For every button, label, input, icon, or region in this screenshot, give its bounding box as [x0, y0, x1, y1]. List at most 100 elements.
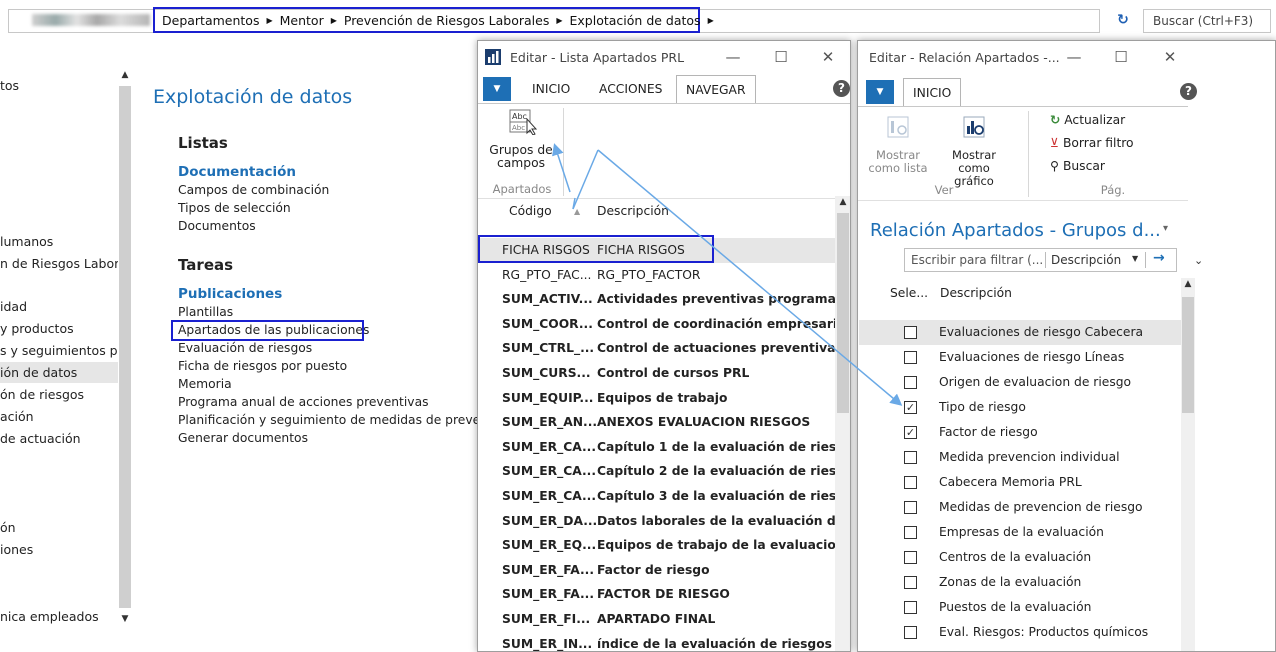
scrollbar-thumb[interactable] — [837, 213, 849, 413]
selection-row[interactable]: ✓ Tipo de riesgo — [859, 395, 1181, 420]
menu-dropdown-icon[interactable]: ▼ — [866, 80, 894, 104]
nav-item[interactable]: idad — [0, 296, 118, 317]
scrollbar-thumb[interactable] — [119, 86, 131, 608]
selection-row[interactable]: Origen de evaluacion de riesgo — [859, 370, 1181, 395]
column-header-codigo[interactable]: Código — [509, 204, 552, 218]
list-row[interactable]: SUM_ER_AN... ANEXOS EVALUACION RIESGOS — [479, 410, 835, 435]
link-item[interactable]: Planificación y seguimiento de medidas d… — [178, 413, 498, 427]
link-item[interactable]: Generar documentos — [178, 431, 308, 445]
nav-item[interactable]: ación — [0, 406, 118, 427]
selection-row[interactable]: Centros de la evaluación — [859, 545, 1181, 570]
list-row[interactable]: SUM_COOR... Control de coordinación empre… — [479, 312, 835, 337]
clear-filter-button[interactable]: ⊻ Borrar filtro — [1050, 136, 1134, 150]
tab-inicio[interactable]: INICIO — [903, 78, 962, 107]
field-groups-button[interactable]: Grupos de campos — [482, 144, 560, 170]
tab-navegar[interactable]: NAVEGAR — [676, 75, 756, 104]
breadcrumb-item[interactable]: Mentor — [280, 13, 324, 28]
list-row[interactable]: SUM_ER_FA... Factor de riesgo — [479, 558, 835, 583]
list-row[interactable]: SUM_ER_FA... FACTOR DE RIESGO — [479, 582, 835, 607]
checkbox[interactable] — [904, 326, 917, 339]
checkbox[interactable] — [904, 351, 917, 364]
help-icon[interactable]: ? — [1180, 83, 1197, 100]
selection-row[interactable]: Evaluaciones de riesgo Cabecera — [859, 320, 1181, 345]
title-bar[interactable]: Editar - Relación Apartados -... — ☐ ✕ — [858, 41, 1275, 74]
scroll-up-icon[interactable]: ▲ — [1181, 279, 1195, 289]
list-row[interactable]: RG_PTO_FAC... RG_PTO_FACTOR — [479, 263, 835, 288]
selection-row[interactable]: Evaluaciones de riesgo Líneas — [859, 345, 1181, 370]
nav-item[interactable]: s y seguimientos pe — [0, 340, 118, 361]
nav-item[interactable]: de actuación — [0, 428, 118, 449]
link-item[interactable]: Documentos — [178, 219, 256, 233]
selection-row[interactable]: Empresas de la evaluación — [859, 520, 1181, 545]
show-as-list-button[interactable]: Mostrar como lista — [868, 149, 928, 175]
menu-dropdown-icon[interactable]: ▼ — [483, 77, 511, 101]
nav-item[interactable]: ón de riesgos — [0, 384, 118, 405]
link-item[interactable]: Programa anual de acciones preventivas — [178, 395, 429, 409]
help-icon[interactable]: ? — [833, 80, 850, 97]
list-row[interactable]: SUM_ER_IN... índice de la evaluación de r… — [479, 632, 835, 651]
list-row[interactable]: SUM_ER_FI... APARTADO FINAL — [479, 607, 835, 632]
nav-item-selected[interactable]: ión de datos — [0, 362, 118, 383]
checkbox[interactable] — [904, 576, 917, 589]
list-row[interactable]: SUM_CTRL_... Control de actuaciones preve… — [479, 336, 835, 361]
list-row[interactable]: SUM_ER_DA... Datos laborales de la evalua… — [479, 509, 835, 534]
heading-dropdown-icon[interactable]: ▾ — [1163, 223, 1168, 234]
column-header-descripcion[interactable]: Descripción — [597, 204, 669, 218]
checkbox[interactable] — [904, 476, 917, 489]
list-row[interactable]: SUM_ER_CA... Capítulo 2 de la evaluación … — [479, 459, 835, 484]
column-header-descripcion[interactable]: Descripción — [940, 286, 1012, 300]
minimize-icon[interactable]: — — [723, 47, 743, 67]
checkbox[interactable] — [904, 551, 917, 564]
link-item[interactable]: Campos de combinación — [178, 183, 329, 197]
selection-row[interactable]: Cabecera Memoria PRL — [859, 470, 1181, 495]
nav-item[interactable]: n de Riesgos Laboral — [0, 253, 118, 274]
link-item[interactable]: Memoria — [178, 377, 232, 391]
list-row[interactable]: SUM_CURS... Control de cursos PRL — [479, 361, 835, 386]
collapse-chevron-icon[interactable]: ⌄ — [1194, 254, 1203, 267]
nav-item[interactable]: nica empleados — [0, 606, 118, 627]
search-input[interactable]: Buscar (Ctrl+F3) — [1143, 9, 1271, 33]
checkbox[interactable] — [904, 376, 917, 389]
find-button[interactable]: ⚲ Buscar — [1050, 159, 1105, 173]
close-icon[interactable]: ✕ — [1160, 47, 1180, 67]
scroll-down-icon[interactable]: ▼ — [118, 614, 132, 624]
maximize-icon[interactable]: ☐ — [771, 47, 791, 67]
checkbox[interactable] — [904, 451, 917, 464]
column-header-select[interactable]: Sele... — [890, 286, 928, 300]
tab-inicio[interactable]: INICIO — [523, 75, 579, 103]
checkbox[interactable] — [904, 501, 917, 514]
breadcrumb-item[interactable]: Explotación de datos — [570, 13, 701, 28]
nav-item[interactable]: lumanos — [0, 231, 118, 252]
checkbox-checked[interactable]: ✓ — [904, 401, 917, 414]
scroll-up-icon[interactable]: ▲ — [118, 70, 132, 80]
link-item[interactable]: Evaluación de riesgos — [178, 341, 312, 355]
chevron-right-icon[interactable]: ▶ — [708, 16, 714, 25]
selection-row[interactable]: ✓ Factor de riesgo — [859, 420, 1181, 445]
checkbox[interactable] — [904, 626, 917, 639]
breadcrumb-item[interactable]: Prevención de Riesgos Laborales — [344, 13, 549, 28]
list-row[interactable]: SUM_ER_EQ... Equipos de trabajo de la eva… — [479, 533, 835, 558]
nav-item[interactable]: tos — [0, 75, 118, 96]
filter-input[interactable]: Escribir para filtrar (... — [911, 253, 1043, 267]
checkbox[interactable] — [904, 526, 917, 539]
list-row[interactable]: SUM_EQUIP... Equipos de trabajo — [479, 386, 835, 411]
list-row[interactable]: SUM_ER_CA... Capítulo 1 de la evaluación … — [479, 435, 835, 460]
chevron-down-icon[interactable]: ▼ — [1132, 254, 1138, 263]
nav-item[interactable]: ón — [0, 517, 118, 538]
minimize-icon[interactable]: — — [1064, 47, 1084, 67]
link-item[interactable]: Tipos de selección — [178, 201, 291, 215]
tab-acciones[interactable]: ACCIONES — [590, 75, 671, 103]
nav-item[interactable]: y productos — [0, 318, 118, 339]
checkbox-checked[interactable]: ✓ — [904, 426, 917, 439]
list-row[interactable]: SUM_ER_CA... Capítulo 3 de la evaluación … — [479, 484, 835, 509]
selection-row[interactable]: Medida prevencion individual — [859, 445, 1181, 470]
refresh-button[interactable]: ↻ Actualizar — [1050, 113, 1125, 127]
checkbox[interactable] — [904, 601, 917, 614]
refresh-icon[interactable]: ↻ — [1115, 12, 1131, 28]
selection-row[interactable]: Eval. Riesgos: Productos químicos — [859, 620, 1181, 645]
scrollbar-thumb[interactable] — [1182, 297, 1194, 413]
breadcrumb-item[interactable]: Departamentos — [162, 13, 259, 28]
close-icon[interactable]: ✕ — [818, 47, 838, 67]
selection-row[interactable]: Medidas de prevencion de riesgo — [859, 495, 1181, 520]
selection-row[interactable]: Puestos de la evaluación — [859, 595, 1181, 620]
